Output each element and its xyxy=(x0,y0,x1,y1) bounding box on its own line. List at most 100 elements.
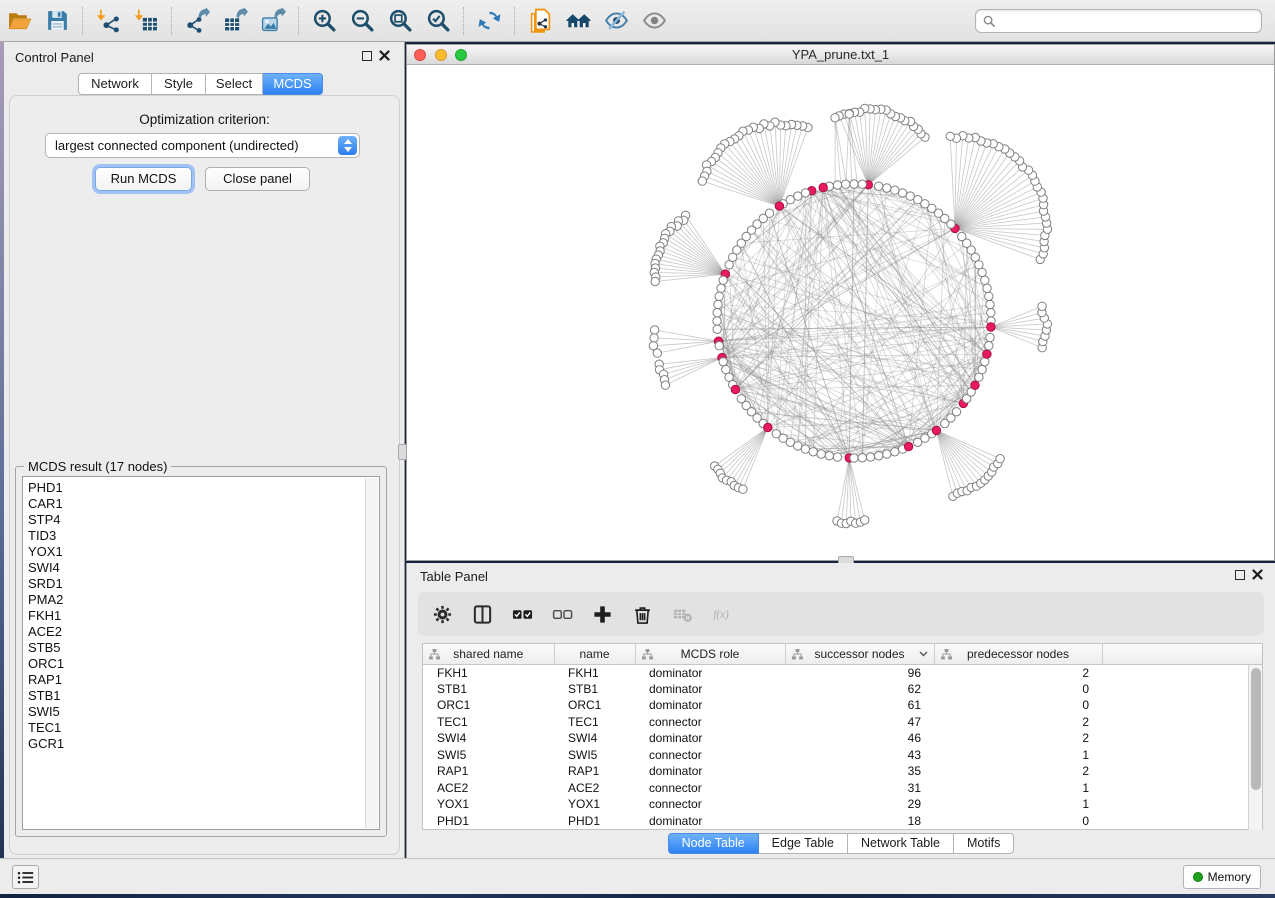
table-row[interactable]: SWI4SWI4dominator462 xyxy=(423,730,1262,747)
mcds-result-item[interactable]: STB1 xyxy=(28,688,379,704)
toolbar-separator xyxy=(514,7,515,35)
close-panel-icon[interactable] xyxy=(379,50,390,61)
column-header[interactable]: successor nodes xyxy=(785,644,934,664)
select-all-button[interactable] xyxy=(510,602,534,626)
zoom-selected-button[interactable] xyxy=(419,4,457,38)
tab-network[interactable]: Network xyxy=(78,73,152,95)
delete-button[interactable] xyxy=(630,602,654,626)
new-network-from-selection-button[interactable] xyxy=(521,4,559,38)
table-row[interactable]: FKH1FKH1dominator962 xyxy=(423,664,1262,681)
table-row[interactable]: SWI5SWI5connector431 xyxy=(423,747,1262,764)
zoom-out-button[interactable] xyxy=(343,4,381,38)
search-icon xyxy=(983,15,996,28)
import-network-icon xyxy=(96,8,121,33)
table-scrollbar-thumb[interactable] xyxy=(1251,668,1261,790)
hide-selected-button[interactable] xyxy=(597,4,635,38)
export-table-button[interactable] xyxy=(216,4,254,38)
mcds-result-item[interactable]: STB5 xyxy=(28,640,379,656)
select-value: largest connected component (undirected) xyxy=(55,138,299,153)
memory-button[interactable]: Memory xyxy=(1183,865,1261,889)
deselect-all-icon xyxy=(552,604,573,625)
table-row[interactable]: ORC1ORC1dominator610 xyxy=(423,697,1262,714)
table-row[interactable]: ACE2ACE2connector311 xyxy=(423,780,1262,797)
close-panel-button[interactable]: Close panel xyxy=(205,167,310,191)
zoom-fit-button[interactable] xyxy=(381,4,419,38)
optimization-criterion-label: Optimization criterion: xyxy=(4,112,405,127)
search-field[interactable] xyxy=(975,9,1262,33)
export-image-button[interactable] xyxy=(254,4,292,38)
select-stepper-icon xyxy=(338,136,357,155)
run-mcds-button[interactable]: Run MCDS xyxy=(95,167,192,191)
mcds-result-item[interactable]: ORC1 xyxy=(28,656,379,672)
mcds-result-item[interactable]: RAP1 xyxy=(28,672,379,688)
show-panels-list-button[interactable] xyxy=(12,865,39,889)
table-row[interactable]: TEC1TEC1connector472 xyxy=(423,714,1262,731)
mcds-result-item[interactable]: ACE2 xyxy=(28,624,379,640)
mcds-result-item[interactable]: GCR1 xyxy=(28,736,379,752)
add-button[interactable] xyxy=(590,602,614,626)
tab-mcds[interactable]: MCDS xyxy=(263,73,323,95)
import-network-button[interactable] xyxy=(89,4,127,38)
search-input[interactable] xyxy=(996,11,1261,31)
table-scrollbar[interactable] xyxy=(1248,665,1262,830)
mcds-result-item[interactable]: PHD1 xyxy=(28,480,379,496)
table-settings-button[interactable] xyxy=(430,602,454,626)
export-network-button[interactable] xyxy=(178,4,216,38)
close-panel-icon[interactable] xyxy=(1252,569,1263,580)
mcds-result-item[interactable]: CAR1 xyxy=(28,496,379,512)
mcds-list-scrollbar[interactable] xyxy=(365,478,378,828)
mcds-result-title: MCDS result (17 nodes) xyxy=(24,459,171,474)
new-network-document-icon xyxy=(528,8,553,33)
open-file-button[interactable] xyxy=(0,4,38,38)
mcds-result-item[interactable]: SRD1 xyxy=(28,576,379,592)
vertical-splitter-handle[interactable] xyxy=(398,444,407,460)
float-panel-icon[interactable] xyxy=(1235,570,1245,580)
tab-style[interactable]: Style xyxy=(152,73,206,95)
houses-button[interactable] xyxy=(559,4,597,38)
tab-motifs[interactable]: Motifs xyxy=(954,833,1014,854)
refresh-button[interactable] xyxy=(470,4,508,38)
tab-network-table[interactable]: Network Table xyxy=(848,833,954,854)
table-row[interactable]: YOX1YOX1connector291 xyxy=(423,796,1262,813)
deselect-all-button[interactable] xyxy=(550,602,574,626)
table-row[interactable]: RAP1RAP1dominator352 xyxy=(423,763,1262,780)
mcds-result-item[interactable]: PMA2 xyxy=(28,592,379,608)
zoom-in-button[interactable] xyxy=(305,4,343,38)
tab-node-table[interactable]: Node Table xyxy=(668,833,759,854)
mcds-result-item[interactable]: FKH1 xyxy=(28,608,379,624)
network-window-titlebar[interactable]: YPA_prune.txt_1 xyxy=(407,45,1274,65)
column-header[interactable]: name xyxy=(554,644,635,664)
table-panel: Table Panel f(x) shared namenameMCDS rol… xyxy=(406,563,1275,858)
mcds-result-item[interactable]: SWI4 xyxy=(28,560,379,576)
column-header[interactable]: shared name xyxy=(423,644,554,664)
mcds-result-item[interactable]: TEC1 xyxy=(28,720,379,736)
mcds-result-item[interactable]: SWI5 xyxy=(28,704,379,720)
save-button[interactable] xyxy=(38,4,76,38)
mcds-result-item[interactable]: TID3 xyxy=(28,528,379,544)
column-header[interactable]: predecessor nodes xyxy=(934,644,1102,664)
houses-icon xyxy=(566,8,591,33)
memory-label: Memory xyxy=(1208,870,1251,884)
tab-select[interactable]: Select xyxy=(206,73,263,95)
mcds-result-item[interactable]: YOX1 xyxy=(28,544,379,560)
mcds-result-listbox: PHD1CAR1STP4TID3YOX1SWI4SRD1PMA2FKH1ACE2… xyxy=(22,476,380,830)
table-row[interactable]: STB1STB1dominator620 xyxy=(423,681,1262,698)
network-canvas[interactable] xyxy=(407,65,1274,561)
mcds-result-item[interactable]: STP4 xyxy=(28,512,379,528)
zoom-out-icon xyxy=(350,8,375,33)
column-header[interactable]: MCDS role xyxy=(635,644,785,664)
float-panel-icon[interactable] xyxy=(362,51,372,61)
trash-icon xyxy=(632,604,653,625)
show-all-button[interactable] xyxy=(635,4,673,38)
tab-edge-table[interactable]: Edge Table xyxy=(759,833,848,854)
table-row[interactable]: PHD1PHD1dominator180 xyxy=(423,813,1262,830)
toolbar-separator xyxy=(463,7,464,35)
function-builder-disabled: f(x) xyxy=(710,602,734,626)
optimization-criterion-select[interactable]: largest connected component (undirected) xyxy=(45,133,360,158)
list-icon xyxy=(17,870,35,885)
desktop-wallpaper-bottom xyxy=(0,894,1275,898)
import-table-button[interactable] xyxy=(127,4,165,38)
show-columns-button[interactable] xyxy=(470,602,494,626)
zoom-fit-icon xyxy=(388,8,413,33)
export-table-icon xyxy=(223,8,248,33)
